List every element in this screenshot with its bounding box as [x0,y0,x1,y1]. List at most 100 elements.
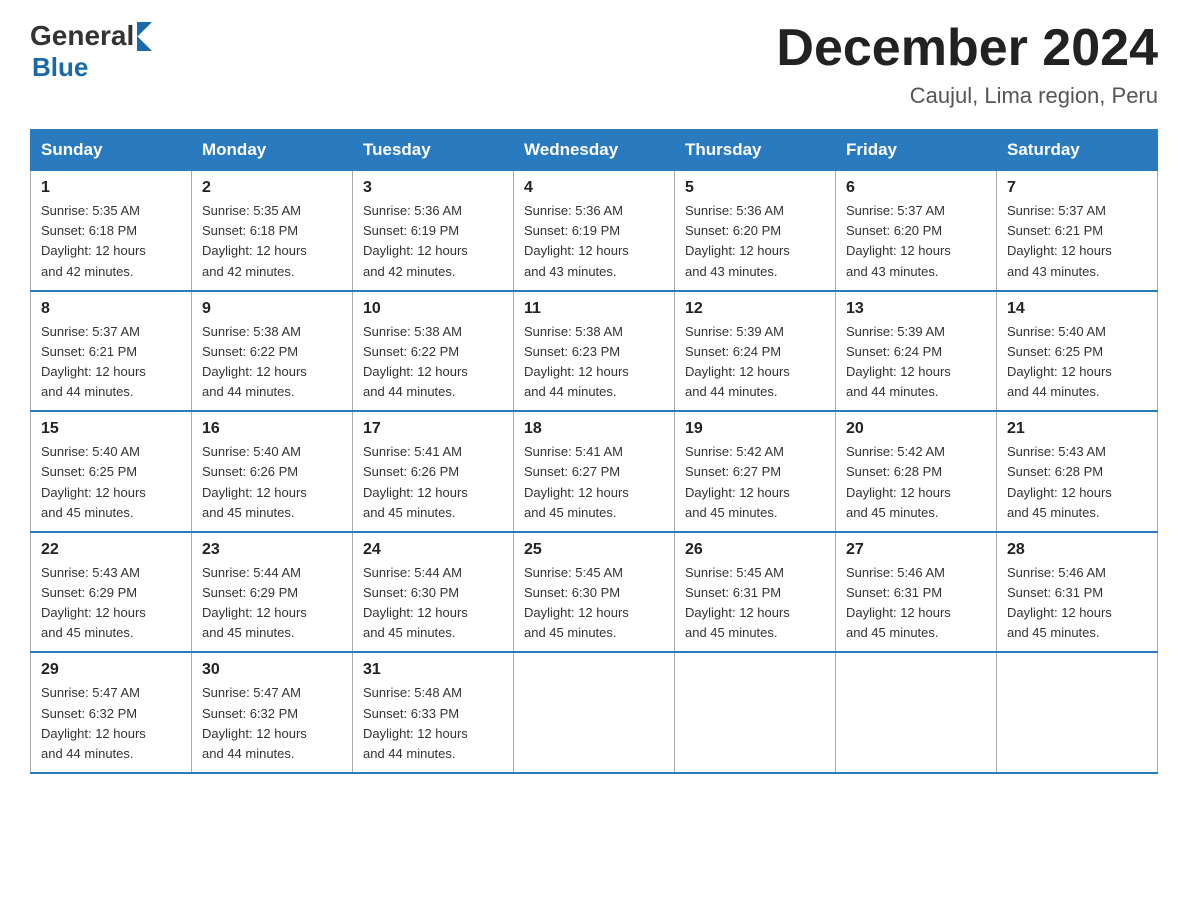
calendar-day-cell: 26 Sunrise: 5:45 AMSunset: 6:31 PMDaylig… [675,532,836,653]
day-info: Sunrise: 5:40 AMSunset: 6:26 PMDaylight:… [202,442,342,523]
day-info: Sunrise: 5:44 AMSunset: 6:29 PMDaylight:… [202,563,342,644]
day-number: 19 [685,420,825,438]
calendar-day-cell: 28 Sunrise: 5:46 AMSunset: 6:31 PMDaylig… [997,532,1158,653]
calendar-week-3: 15 Sunrise: 5:40 AMSunset: 6:25 PMDaylig… [31,411,1158,532]
day-number: 6 [846,179,986,197]
calendar-day-cell: 14 Sunrise: 5:40 AMSunset: 6:25 PMDaylig… [997,291,1158,412]
logo-blue-text: Blue [32,52,88,83]
day-info: Sunrise: 5:38 AMSunset: 6:23 PMDaylight:… [524,322,664,403]
logo: General Blue [30,20,152,83]
calendar-day-cell [997,652,1158,773]
day-number: 25 [524,541,664,559]
calendar-day-cell: 7 Sunrise: 5:37 AMSunset: 6:21 PMDayligh… [997,171,1158,291]
calendar-day-cell [836,652,997,773]
day-info: Sunrise: 5:39 AMSunset: 6:24 PMDaylight:… [685,322,825,403]
day-info: Sunrise: 5:41 AMSunset: 6:26 PMDaylight:… [363,442,503,523]
day-number: 29 [41,661,181,679]
day-info: Sunrise: 5:46 AMSunset: 6:31 PMDaylight:… [846,563,986,644]
calendar-day-cell: 25 Sunrise: 5:45 AMSunset: 6:30 PMDaylig… [514,532,675,653]
calendar-day-cell: 6 Sunrise: 5:37 AMSunset: 6:20 PMDayligh… [836,171,997,291]
day-number: 2 [202,179,342,197]
calendar-day-cell: 8 Sunrise: 5:37 AMSunset: 6:21 PMDayligh… [31,291,192,412]
day-info: Sunrise: 5:38 AMSunset: 6:22 PMDaylight:… [202,322,342,403]
day-number: 3 [363,179,503,197]
calendar-week-4: 22 Sunrise: 5:43 AMSunset: 6:29 PMDaylig… [31,532,1158,653]
calendar-day-cell: 18 Sunrise: 5:41 AMSunset: 6:27 PMDaylig… [514,411,675,532]
calendar-day-cell: 20 Sunrise: 5:42 AMSunset: 6:28 PMDaylig… [836,411,997,532]
header-tuesday: Tuesday [353,130,514,171]
day-number: 27 [846,541,986,559]
day-info: Sunrise: 5:36 AMSunset: 6:19 PMDaylight:… [524,201,664,282]
day-number: 11 [524,300,664,318]
logo-arrow-top [137,22,152,37]
day-number: 10 [363,300,503,318]
day-number: 26 [685,541,825,559]
calendar-day-cell: 27 Sunrise: 5:46 AMSunset: 6:31 PMDaylig… [836,532,997,653]
calendar-day-cell: 5 Sunrise: 5:36 AMSunset: 6:20 PMDayligh… [675,171,836,291]
day-info: Sunrise: 5:36 AMSunset: 6:20 PMDaylight:… [685,201,825,282]
day-number: 9 [202,300,342,318]
day-info: Sunrise: 5:48 AMSunset: 6:33 PMDaylight:… [363,683,503,764]
day-info: Sunrise: 5:43 AMSunset: 6:29 PMDaylight:… [41,563,181,644]
day-number: 22 [41,541,181,559]
day-info: Sunrise: 5:37 AMSunset: 6:20 PMDaylight:… [846,201,986,282]
day-number: 20 [846,420,986,438]
calendar-day-cell: 30 Sunrise: 5:47 AMSunset: 6:32 PMDaylig… [192,652,353,773]
calendar-title: December 2024 [776,20,1158,77]
calendar-header-row: SundayMondayTuesdayWednesdayThursdayFrid… [31,130,1158,171]
calendar-day-cell: 24 Sunrise: 5:44 AMSunset: 6:30 PMDaylig… [353,532,514,653]
day-number: 1 [41,179,181,197]
calendar-day-cell: 19 Sunrise: 5:42 AMSunset: 6:27 PMDaylig… [675,411,836,532]
calendar-day-cell: 11 Sunrise: 5:38 AMSunset: 6:23 PMDaylig… [514,291,675,412]
calendar-day-cell: 10 Sunrise: 5:38 AMSunset: 6:22 PMDaylig… [353,291,514,412]
calendar-table: SundayMondayTuesdayWednesdayThursdayFrid… [30,129,1158,774]
calendar-day-cell: 3 Sunrise: 5:36 AMSunset: 6:19 PMDayligh… [353,171,514,291]
day-info: Sunrise: 5:36 AMSunset: 6:19 PMDaylight:… [363,201,503,282]
calendar-day-cell: 1 Sunrise: 5:35 AMSunset: 6:18 PMDayligh… [31,171,192,291]
day-number: 18 [524,420,664,438]
header-saturday: Saturday [997,130,1158,171]
day-info: Sunrise: 5:43 AMSunset: 6:28 PMDaylight:… [1007,442,1147,523]
calendar-day-cell: 29 Sunrise: 5:47 AMSunset: 6:32 PMDaylig… [31,652,192,773]
day-info: Sunrise: 5:38 AMSunset: 6:22 PMDaylight:… [363,322,503,403]
calendar-day-cell: 2 Sunrise: 5:35 AMSunset: 6:18 PMDayligh… [192,171,353,291]
day-number: 16 [202,420,342,438]
calendar-day-cell: 22 Sunrise: 5:43 AMSunset: 6:29 PMDaylig… [31,532,192,653]
day-number: 24 [363,541,503,559]
calendar-day-cell: 31 Sunrise: 5:48 AMSunset: 6:33 PMDaylig… [353,652,514,773]
day-number: 12 [685,300,825,318]
calendar-day-cell: 9 Sunrise: 5:38 AMSunset: 6:22 PMDayligh… [192,291,353,412]
day-info: Sunrise: 5:37 AMSunset: 6:21 PMDaylight:… [41,322,181,403]
day-info: Sunrise: 5:42 AMSunset: 6:28 PMDaylight:… [846,442,986,523]
calendar-day-cell: 23 Sunrise: 5:44 AMSunset: 6:29 PMDaylig… [192,532,353,653]
calendar-day-cell: 16 Sunrise: 5:40 AMSunset: 6:26 PMDaylig… [192,411,353,532]
calendar-week-1: 1 Sunrise: 5:35 AMSunset: 6:18 PMDayligh… [31,171,1158,291]
logo-arrow-bottom [137,36,152,51]
day-info: Sunrise: 5:42 AMSunset: 6:27 PMDaylight:… [685,442,825,523]
calendar-day-cell [675,652,836,773]
day-info: Sunrise: 5:47 AMSunset: 6:32 PMDaylight:… [202,683,342,764]
day-number: 4 [524,179,664,197]
day-info: Sunrise: 5:40 AMSunset: 6:25 PMDaylight:… [41,442,181,523]
calendar-day-cell [514,652,675,773]
calendar-week-2: 8 Sunrise: 5:37 AMSunset: 6:21 PMDayligh… [31,291,1158,412]
title-section: December 2024 Caujul, Lima region, Peru [776,20,1158,109]
day-number: 23 [202,541,342,559]
day-info: Sunrise: 5:45 AMSunset: 6:31 PMDaylight:… [685,563,825,644]
day-info: Sunrise: 5:47 AMSunset: 6:32 PMDaylight:… [41,683,181,764]
day-number: 8 [41,300,181,318]
calendar-day-cell: 15 Sunrise: 5:40 AMSunset: 6:25 PMDaylig… [31,411,192,532]
logo-general-text: General [30,20,134,52]
calendar-day-cell: 12 Sunrise: 5:39 AMSunset: 6:24 PMDaylig… [675,291,836,412]
day-number: 21 [1007,420,1147,438]
day-info: Sunrise: 5:39 AMSunset: 6:24 PMDaylight:… [846,322,986,403]
header-friday: Friday [836,130,997,171]
day-info: Sunrise: 5:37 AMSunset: 6:21 PMDaylight:… [1007,201,1147,282]
day-number: 30 [202,661,342,679]
day-number: 7 [1007,179,1147,197]
day-info: Sunrise: 5:45 AMSunset: 6:30 PMDaylight:… [524,563,664,644]
header-sunday: Sunday [31,130,192,171]
day-number: 13 [846,300,986,318]
day-number: 31 [363,661,503,679]
calendar-day-cell: 21 Sunrise: 5:43 AMSunset: 6:28 PMDaylig… [997,411,1158,532]
